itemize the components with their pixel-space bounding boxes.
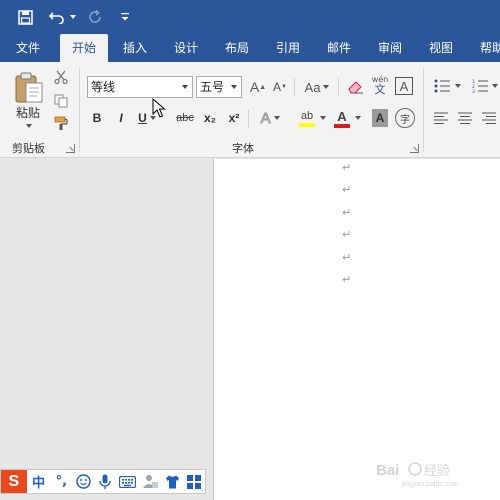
customize-icon[interactable]	[118, 0, 132, 34]
svg-text:3: 3	[472, 89, 475, 93]
group-divider	[423, 68, 424, 152]
font-size-value: 五号	[200, 80, 225, 94]
ime-punctuation-toggle[interactable]: °,	[51, 470, 73, 493]
save-icon[interactable]	[14, 0, 36, 34]
font-group-label: 字体	[232, 142, 254, 155]
user-icon[interactable]	[140, 470, 162, 493]
undo-icon[interactable]	[46, 0, 68, 34]
document-page[interactable]: ↵ ↵ ↵ ↵ ↵ ↵	[213, 159, 500, 500]
paste-button[interactable]: 粘贴	[10, 104, 46, 120]
font-color-swatch	[334, 123, 350, 128]
tab-design[interactable]: 设计	[163, 34, 209, 62]
svg-text:Bai: Bai	[376, 462, 399, 479]
shrink-font-label: A	[273, 80, 282, 94]
tab-file[interactable]: 文件	[2, 34, 54, 62]
numbering-icon[interactable]: 123	[470, 77, 490, 95]
tab-home[interactable]: 开始	[60, 34, 108, 62]
font-family-select[interactable]: 等线	[87, 76, 193, 98]
phonetic-bottom: 文	[374, 82, 386, 96]
divider	[248, 110, 249, 128]
font-family-value: 等线	[91, 80, 116, 94]
paragraph-mark: ↵	[342, 161, 352, 174]
paste-icon[interactable]	[12, 70, 46, 104]
chevron-down-icon	[273, 116, 280, 120]
title-bar	[0, 0, 500, 34]
tab-insert[interactable]: 插入	[112, 34, 158, 62]
character-shading-button[interactable]: A	[372, 109, 388, 127]
tab-review[interactable]: 审阅	[367, 34, 413, 62]
divider	[338, 78, 339, 96]
change-case-button[interactable]: Aa	[300, 77, 334, 97]
svg-text:jingyan.baidu.com: jingyan.baidu.com	[401, 481, 459, 488]
font-launcher-icon[interactable]	[410, 144, 419, 153]
emoji-icon[interactable]	[72, 470, 94, 493]
tab-mailings[interactable]: 邮件	[316, 34, 362, 62]
underline-label: U	[138, 111, 147, 125]
paragraph-mark: ↵	[342, 206, 352, 219]
font-color-label: A	[337, 108, 347, 124]
chevron-down-icon	[231, 85, 237, 89]
tab-references[interactable]: 引用	[265, 34, 311, 62]
italic-button[interactable]: I	[112, 108, 130, 128]
keyboard-icon[interactable]	[116, 470, 140, 493]
clipboard-group-label: 剪贴板	[12, 142, 45, 155]
font-color-button[interactable]: A	[330, 106, 354, 130]
format-painter-icon[interactable]	[52, 114, 70, 132]
enclose-characters-button[interactable]: 字	[395, 108, 415, 128]
paragraph-mark: ↵	[342, 228, 352, 241]
chevron-down-icon	[182, 85, 188, 89]
align-center-icon[interactable]	[456, 110, 474, 126]
character-border-button[interactable]: A	[395, 77, 413, 95]
ribbon: 粘贴 剪贴板 等线 五号 A ▲ A ▼ Aa wén 文 A B I U ab…	[0, 62, 500, 158]
font-size-select[interactable]: 五号	[196, 76, 242, 98]
numbering-dropdown-icon[interactable]	[490, 82, 500, 90]
ime-toolbar: S 中 °,	[0, 469, 206, 494]
tab-view[interactable]: 视图	[418, 34, 464, 62]
ribbon-tabs: 文件 开始 插入 设计 布局 引用 邮件 审阅 视图 帮助	[0, 34, 500, 62]
cut-icon[interactable]	[52, 68, 70, 86]
align-left-icon[interactable]	[432, 110, 450, 126]
strikethrough-button[interactable]: abc	[172, 108, 198, 128]
bold-button[interactable]: B	[88, 108, 106, 128]
paragraph-mark: ↵	[342, 273, 352, 286]
grow-font-label: A	[249, 79, 260, 95]
text-effects-label: A	[260, 109, 271, 127]
ime-mode-toggle[interactable]: 中	[27, 470, 51, 493]
grow-font-button[interactable]: A ▲	[248, 77, 268, 97]
subscript-button[interactable]: x₂	[200, 108, 220, 128]
bullets-dropdown-icon[interactable]	[452, 82, 464, 90]
highlight-color-swatch	[299, 123, 315, 127]
divider	[294, 78, 295, 96]
copy-icon[interactable]	[52, 92, 70, 110]
microphone-icon[interactable]	[94, 470, 116, 493]
tab-layout[interactable]: 布局	[214, 34, 260, 62]
highlight-dropdown-icon[interactable]	[318, 114, 328, 122]
shrink-font-button[interactable]: A ▼	[270, 77, 290, 97]
undo-dropdown-icon[interactable]	[68, 0, 78, 34]
mouse-cursor-icon	[152, 97, 166, 120]
change-case-label: Aa	[304, 79, 321, 95]
font-color-dropdown-icon[interactable]	[353, 114, 363, 122]
paste-dropdown-icon[interactable]	[22, 122, 36, 130]
shirt-icon[interactable]	[161, 470, 183, 493]
paragraph-mark: ↵	[342, 183, 352, 196]
grid-icon[interactable]	[183, 470, 205, 493]
clear-formatting-icon[interactable]	[344, 77, 366, 97]
svg-text:经验: 经验	[424, 463, 450, 479]
chevron-down-icon	[323, 85, 330, 89]
baidu-watermark: Bai 经验 jingyan.baidu.com	[372, 458, 482, 488]
highlight-label: ab	[300, 110, 314, 122]
document-area: ↵ ↵ ↵ ↵ ↵ ↵	[0, 159, 500, 500]
redo-icon[interactable]	[86, 0, 106, 34]
text-effects-button[interactable]: A	[253, 108, 287, 128]
tab-help[interactable]: 帮助	[469, 34, 500, 62]
clipboard-launcher-icon[interactable]	[66, 144, 75, 153]
group-divider	[79, 68, 80, 152]
paragraph-mark: ↵	[342, 251, 352, 264]
phonetic-guide-button[interactable]: wén 文	[369, 72, 391, 98]
sogou-logo[interactable]: S	[1, 470, 27, 493]
superscript-button[interactable]: x²	[224, 108, 244, 128]
align-right-icon[interactable]	[480, 110, 498, 126]
bullets-icon[interactable]	[432, 77, 452, 95]
